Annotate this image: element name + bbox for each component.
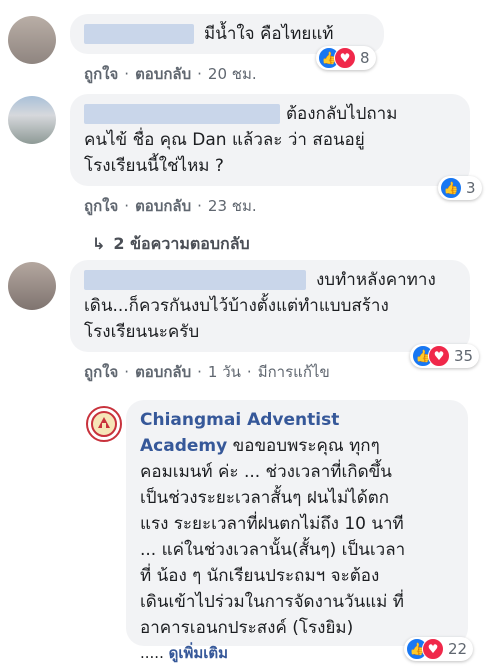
blurred-author-name[interactable] — [84, 104, 280, 124]
blurred-author-name[interactable] — [84, 270, 306, 290]
reaction-summary[interactable]: 👍 ♥ 22 — [404, 637, 474, 661]
reply-button[interactable]: ตอบกลับ — [135, 62, 191, 86]
reply-text-line: เป็นช่วงระยะเวลาสั้นๆ ฝนไม่ได้ตก — [140, 488, 390, 508]
edited-label[interactable]: มีการแก้ไข — [258, 360, 330, 384]
reaction-summary[interactable]: 👍 3 — [438, 176, 482, 200]
page-name-link[interactable]: Academy — [140, 436, 227, 456]
comment-text-line: งบทำหลังคาทาง — [316, 270, 436, 290]
reply-more-row: ..... ดูเพิ่มเติม — [140, 640, 228, 666]
comment-text-line: ต้องกลับไปถาม — [286, 104, 398, 124]
avatar[interactable] — [8, 16, 56, 64]
replies-count-label: 2 ข้อความตอบกลับ — [113, 234, 250, 253]
reply-text-line: เดินเข้าไปร่วมในการจัดงานวันแม่ ที่ — [140, 592, 404, 612]
blurred-author-name[interactable] — [84, 24, 194, 44]
reply-text-line: คอมเมนท์ ค่ะ ... ช่วงเวลาที่เกิดขึ้น — [140, 462, 392, 482]
reaction-count: 35 — [454, 347, 474, 365]
page-avatar[interactable] — [86, 406, 122, 442]
reply-text-line: ที่ น้อง ๆ นักเรียนประถมฯ จะต้อง — [140, 566, 380, 586]
reply-button[interactable]: ตอบกลับ — [135, 194, 191, 218]
comment-text-line: โรงเรียนนะครับ — [84, 322, 200, 342]
comment-actions: ถูกใจ · ตอบกลับ · 23 ชม. — [84, 194, 257, 218]
ellipsis: ..... — [140, 644, 164, 662]
page-name[interactable]: Chiangmai Adventist — [140, 407, 339, 433]
comment-text: มีน้ำใจ คือไทยแท้ — [204, 24, 334, 44]
comment-text-line: เดิน...ก็ควรกันงบไว้บ้างตั้งแต่ทำแบบสร้า… — [84, 296, 389, 316]
reply-text-line: ขอขอบพระคุณ ทุกๆ — [232, 436, 380, 456]
like-button[interactable]: ถูกใจ — [84, 62, 118, 86]
reply-text-line: แรง ระยะเวลาที่ฝนตกไม่ถึง 10 นาที — [140, 514, 404, 534]
reply-text-line: อาคารเอนกประสงค์ (โรงยิม) — [140, 618, 354, 638]
comment-text-line: คนไข้ ชื่อ คุณ Dan แล้วละ ว่า สอนอยู่ — [84, 130, 365, 150]
like-button[interactable]: ถูกใจ — [84, 194, 118, 218]
view-replies-link[interactable]: ↳ 2 ข้อความตอบกลับ — [92, 232, 250, 257]
reaction-summary[interactable]: 👍 ♥ 8 — [316, 46, 376, 70]
reply-button[interactable]: ตอบกลับ — [135, 360, 191, 384]
reply-arrow-icon: ↳ — [92, 234, 106, 253]
love-icon: ♥ — [428, 345, 450, 367]
like-button[interactable]: ถูกใจ — [84, 360, 118, 384]
comment-actions: ถูกใจ · ตอบกลับ · 20 ชม. — [84, 62, 257, 86]
see-more-link[interactable]: ดูเพิ่มเติม — [169, 644, 228, 662]
reaction-count: 8 — [360, 49, 370, 67]
avatar[interactable] — [8, 96, 56, 144]
reaction-count: 22 — [448, 640, 468, 658]
timestamp[interactable]: 1 วัน — [208, 360, 241, 384]
page-name: Academy ขอขอบพระคุณ ทุกๆ — [140, 433, 380, 459]
comment-text-line: โรงเรียนนี้ใช่ไหม ? — [84, 156, 224, 176]
reaction-count: 3 — [466, 179, 476, 197]
school-logo-icon — [91, 411, 117, 437]
comment-actions: ถูกใจ · ตอบกลับ · 1 วัน · มีการแก้ไข — [84, 360, 330, 384]
like-icon: 👍 — [440, 177, 462, 199]
love-icon: ♥ — [334, 47, 356, 69]
timestamp[interactable]: 20 ชม. — [208, 62, 257, 86]
avatar[interactable] — [8, 262, 56, 310]
reaction-summary[interactable]: 👍 ♥ 35 — [410, 344, 480, 368]
reply-text-line: ... แค่ในช่วงเวลานั้น(สั้นๆ) เป็นเวลา — [140, 540, 406, 560]
timestamp[interactable]: 23 ชม. — [208, 194, 257, 218]
